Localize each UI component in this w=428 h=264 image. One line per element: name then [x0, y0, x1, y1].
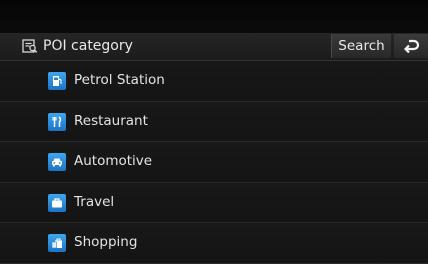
category-label: Automotive: [74, 153, 153, 169]
category-item-restaurant[interactable]: Restaurant: [0, 101, 428, 142]
navigation-screen: POI category Search Petrol Station Resta…: [0, 0, 428, 264]
status-bar: [0, 0, 428, 33]
suitcase-icon: [48, 193, 66, 212]
category-item-shopping[interactable]: Shopping: [0, 223, 428, 264]
category-label: Shopping: [74, 234, 138, 250]
poi-category-icon: [22, 38, 38, 54]
category-label: Travel: [74, 193, 115, 210]
back-button[interactable]: [394, 34, 428, 58]
category-label: Petrol Station: [74, 72, 165, 88]
page-title: POI category: [43, 38, 133, 54]
car-icon: [48, 153, 66, 171]
fork-knife-icon: [48, 112, 66, 131]
shopping-bag-icon: [48, 234, 66, 252]
category-label: Restaurant: [74, 112, 148, 129]
category-item-petrol-station[interactable]: Petrol Station: [0, 61, 428, 102]
poi-category-list: Petrol Station Restaurant Automotive Tra…: [0, 61, 428, 264]
search-button[interactable]: Search: [331, 34, 391, 58]
poi-header-bar: POI category Search: [0, 33, 428, 61]
category-item-travel[interactable]: Travel: [0, 182, 428, 223]
fuel-pump-icon: [48, 72, 66, 90]
category-item-automotive[interactable]: Automotive: [0, 142, 428, 183]
